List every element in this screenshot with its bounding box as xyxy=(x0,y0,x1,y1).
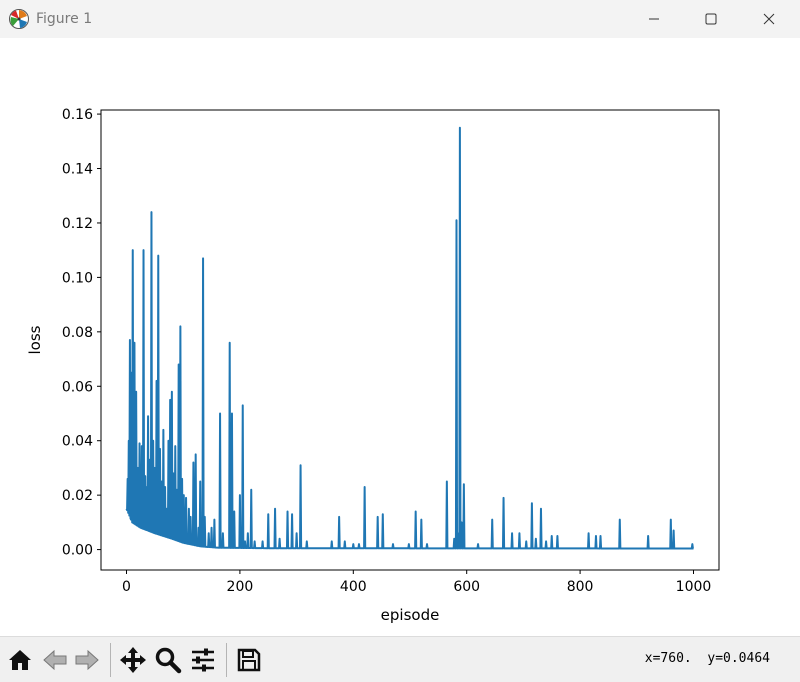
y-tick-label: 0.10 xyxy=(62,270,93,286)
y-tick-label: 0.08 xyxy=(62,325,93,341)
close-button[interactable] xyxy=(746,0,792,38)
y-axis-label: loss xyxy=(26,325,44,354)
x-tick-label: 0 xyxy=(122,579,131,595)
forward-button[interactable] xyxy=(72,645,102,675)
y-tick-label: 0.16 xyxy=(62,107,93,123)
save-button[interactable] xyxy=(234,645,264,675)
window-title: Figure 1 xyxy=(36,11,93,27)
maximize-icon xyxy=(705,13,717,25)
minimize-icon xyxy=(649,18,659,20)
navigation-toolbar: x=760. y=0.0464 xyxy=(0,636,800,682)
back-arrow-icon xyxy=(43,649,67,671)
y-tick-label: 0.14 xyxy=(62,162,93,178)
loss-series-line xyxy=(125,126,694,550)
cursor-coordinates: x=760. y=0.0464 xyxy=(644,651,770,666)
y-tick-label: 0.06 xyxy=(62,379,93,395)
loss-chart: 0 200 400 600 800 1000 0.00 0.02 0.04 0.06 0.08 0.1… xyxy=(26,107,720,624)
save-floppy-icon xyxy=(237,648,261,672)
zoom-button[interactable] xyxy=(153,645,183,675)
x-tick-label: 600 xyxy=(453,579,480,595)
forward-arrow-icon xyxy=(75,649,99,671)
back-button[interactable] xyxy=(40,645,70,675)
minimize-button[interactable] xyxy=(631,0,677,38)
figure-canvas[interactable]: 0 200 400 600 800 1000 0.00 0.02 0.04 0.06 0.08 0.1… xyxy=(0,38,800,636)
home-icon xyxy=(9,650,31,670)
configure-subplots-button[interactable] xyxy=(188,645,218,675)
pan-button[interactable] xyxy=(118,645,148,675)
y-tick-label: 0.12 xyxy=(62,216,93,232)
x-tick-label: 800 xyxy=(567,579,594,595)
toolbar-separator xyxy=(226,643,227,677)
x-tick-label: 400 xyxy=(340,579,367,595)
y-tick-label: 0.04 xyxy=(62,434,93,450)
pan-move-icon xyxy=(120,647,146,673)
home-button[interactable] xyxy=(5,645,35,675)
y-tick-label: 0.02 xyxy=(62,488,93,504)
x-axis-label: episode xyxy=(381,606,440,624)
x-tick-label: 1000 xyxy=(676,579,712,595)
window-titlebar: Figure 1 xyxy=(0,0,800,39)
zoom-magnifier-icon xyxy=(155,647,182,674)
maximize-button[interactable] xyxy=(688,0,734,38)
x-tick-label: 200 xyxy=(227,579,254,595)
close-icon xyxy=(763,13,775,25)
y-tick-label: 0.00 xyxy=(62,543,93,559)
matplotlib-icon xyxy=(9,9,29,29)
toolbar-separator xyxy=(110,643,111,677)
configure-subplots-icon xyxy=(192,648,214,672)
